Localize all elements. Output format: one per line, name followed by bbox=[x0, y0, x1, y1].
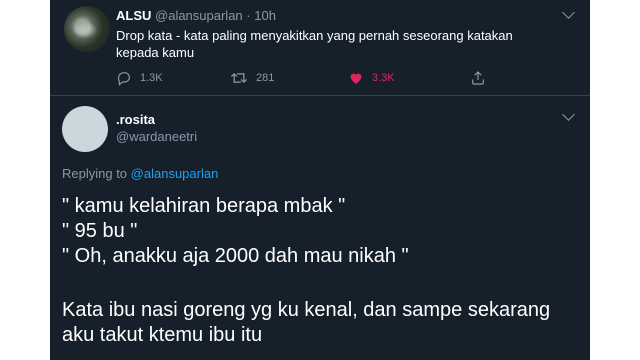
reply-paragraph-line: Kata ibu nasi goreng yg ku kenal, dan sa… bbox=[62, 299, 551, 321]
reply-button[interactable]: 1.3K bbox=[116, 70, 163, 86]
reply-count: 1.3K bbox=[140, 72, 163, 84]
chevron-down-icon[interactable] bbox=[562, 6, 575, 19]
replying-to-handle[interactable]: @alansuparlan bbox=[131, 166, 219, 181]
share-icon bbox=[472, 71, 484, 85]
reply-line: " Oh, anakku aja 2000 dah mau nikah " bbox=[62, 245, 409, 267]
reply-author-avatar[interactable] bbox=[62, 106, 108, 152]
author-handle[interactable]: @alansuparlan bbox=[155, 8, 243, 23]
share-button[interactable] bbox=[470, 70, 494, 86]
heart-icon bbox=[350, 73, 362, 84]
author-avatar[interactable] bbox=[64, 6, 110, 52]
replying-to-label: Replying to bbox=[62, 166, 128, 181]
tweet-text: Drop kata - kata paling menyakitkan yang… bbox=[116, 28, 513, 60]
replying-to: Replying to @alansuparlan bbox=[62, 166, 218, 181]
reply-author-name[interactable]: .rosita bbox=[116, 112, 155, 127]
tweet-time[interactable]: 10h bbox=[254, 8, 276, 23]
reply-body: " kamu kelahiran berapa mbak " " 95 bu "… bbox=[62, 194, 550, 348]
tweet-thread-panel: ALSU @alansuparlan · 10h Drop kata - kat… bbox=[50, 0, 590, 360]
retweet-count: 281 bbox=[256, 72, 275, 84]
reply-icon bbox=[117, 72, 130, 86]
retweet-button[interactable]: 281 bbox=[230, 70, 274, 86]
chevron-down-icon[interactable] bbox=[562, 108, 575, 121]
reply-line: " kamu kelahiran berapa mbak " bbox=[62, 195, 346, 217]
author-name[interactable]: ALSU bbox=[116, 8, 151, 23]
reply-author-handle[interactable]: @wardaneetri bbox=[116, 129, 197, 144]
retweet-icon bbox=[230, 72, 248, 84]
reply-line: " 95 bu " bbox=[62, 220, 138, 242]
screenshot-frame: ALSU @alansuparlan · 10h Drop kata - kat… bbox=[0, 0, 640, 360]
reply-paragraph-line: aku takut ktemu ibu itu bbox=[62, 324, 263, 346]
tweet-divider bbox=[50, 95, 590, 96]
tweet-header: ALSU @alansuparlan · 10h bbox=[116, 8, 276, 23]
like-button[interactable]: 3.3K bbox=[348, 70, 395, 86]
like-count: 3.3K bbox=[372, 72, 395, 84]
header-separator: · bbox=[246, 8, 251, 23]
